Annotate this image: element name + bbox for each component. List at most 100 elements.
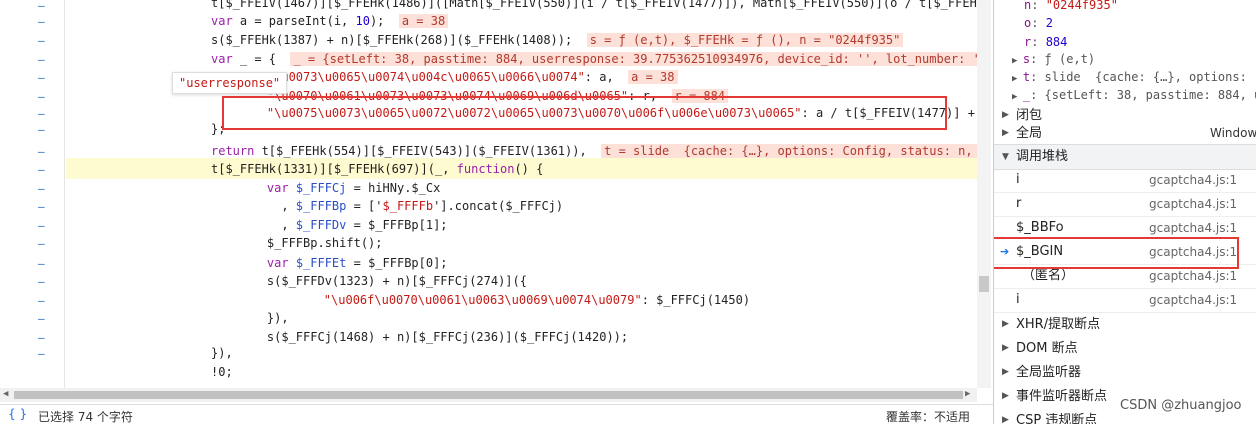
property-value: 2 [1045, 16, 1053, 30]
code-line[interactable]: "\u0075\u0073\u0065\u0072\u0072\u0065\u0… [238, 104, 978, 123]
code-line[interactable]: var $_FFFEt = $_FFFBp[0]; [238, 254, 448, 273]
status-bar: { } 已选择 74 个字符 覆盖率：不适用 [0, 404, 993, 424]
gutter-mark[interactable]: – [38, 179, 58, 198]
code-line[interactable]: return t[$_FFEHk(554)][$_FFEIV(543)]($_F… [211, 142, 978, 161]
code-token: function [456, 162, 515, 176]
frame-location-link[interactable]: gcaptcha4.js:1 [1149, 192, 1237, 216]
code-token: }), [238, 311, 289, 325]
code-line[interactable]: var _ = { _ = {setLeft: 38, passtime: 88… [211, 50, 978, 69]
selection-status: 已选择 74 个字符 [38, 410, 133, 424]
gutter-mark[interactable]: – [38, 160, 58, 179]
property-key: t [1022, 70, 1031, 84]
call-stack-header[interactable]: ▼ 调用堆栈 [994, 144, 1256, 170]
code-line[interactable]: }), [211, 344, 233, 363]
code-token: , [238, 218, 296, 232]
scope-property[interactable]: r: 884 [1024, 35, 1067, 49]
code-line[interactable]: , $_FFFDv = $_FFFBp[1]; [238, 216, 447, 235]
collapse-triangle-icon: ▼ [1002, 152, 1009, 162]
gutter-mark[interactable]: – [38, 12, 58, 31]
line-gutter[interactable]: – – – – – – – – – – – – – – – – – – – – [0, 0, 65, 388]
code-line[interactable]: var a = parseInt(i, 10); a = 38 [211, 12, 449, 31]
code-token: }; [211, 122, 226, 136]
gutter-mark[interactable]: – [38, 291, 58, 310]
code-token: t[$_FFEHk(1331)][$_FFEHk(697)]( [211, 162, 435, 176]
gutter-mark[interactable]: – [38, 254, 58, 273]
pretty-print-icon[interactable]: { } [8, 407, 27, 421]
code-token: s($_FFFCj(1468) + n)[$_FFFCj(236)]($_FFF… [238, 330, 629, 344]
debugger-sidebar: n: "0244f935" o: 2 r: 884 ▶ s: ƒ (e,t) ▶ t: … [993, 0, 1256, 424]
scroll-right-arrow[interactable]: ▶ [965, 389, 970, 399]
inline-value: t = slide {cache: {…}, options: Config, … [601, 144, 978, 158]
code-token: = $_FFFBp[0]; [346, 256, 448, 270]
code-line[interactable]: $_FFFBp.shift(); [238, 234, 383, 253]
code-line[interactable]: s($_FFEHk(1387) + n)[$_FFEHk(268)]($_FFE… [211, 31, 904, 50]
code-line[interactable]: !0; [211, 363, 233, 382]
call-stack-frame[interactable]: i gcaptcha4.js:1 [994, 168, 1256, 193]
code-editor[interactable]: – – – – – – – – – – – – – – – – – – – – t[$_FFEIV(1467)][$_… [0, 0, 993, 424]
horizontal-scrollbar[interactable]: ◀ ▶ [0, 388, 977, 402]
frame-name: r [1016, 196, 1022, 211]
code-token: , [238, 199, 296, 213]
gutter-mark[interactable]: – [38, 120, 58, 139]
scope-global[interactable]: ▶ 全局 Window [994, 122, 1256, 145]
code-token: () { [514, 162, 544, 176]
scope-property[interactable]: ▶ t: slide {cache: {…}, options: [1012, 70, 1247, 84]
gutter-mark[interactable]: – [38, 272, 58, 291]
scope-property[interactable]: ▶ _: {setLeft: 38, passtime: 884, u [1012, 88, 1256, 102]
panel-section[interactable]: ▶ XHR/提取断点 [994, 313, 1256, 336]
code-line[interactable]: s($_FFFCj(1468) + n)[$_FFFCj(236)]($_FFF… [238, 328, 628, 347]
frame-name: i [1016, 292, 1020, 307]
gutter-mark[interactable]: – [38, 309, 58, 328]
property-key: s [1022, 52, 1031, 66]
call-stack-frame[interactable]: i gcaptcha4.js:1 [994, 288, 1256, 313]
code-token: : r, [628, 89, 672, 103]
scope-property[interactable]: n: "0244f935" [1024, 0, 1118, 12]
frame-name: $_BGIN [1016, 244, 1064, 259]
frame-location-link[interactable]: gcaptcha4.js:1 [1149, 240, 1237, 264]
gutter-mark[interactable]: – [38, 142, 58, 161]
code-token: t[$_FFEHk(554)][$_FFEIV(543)]($_FFEIV(13… [261, 144, 602, 158]
vertical-scroll-thumb[interactable] [979, 276, 989, 292]
expand-triangle-icon: ▶ [1002, 391, 1009, 401]
code-line[interactable]: , $_FFFBp = ['$_FFFFb'].concat($_FFFCj) [238, 197, 563, 216]
code-token: $_FFFFb [382, 199, 434, 213]
frame-location-link[interactable]: gcaptcha4.js:1 [1149, 288, 1237, 312]
code-line[interactable]: var $_FFFCj = hiHNy.$_Cx [238, 179, 440, 198]
code-line[interactable]: }), [238, 309, 289, 328]
panel-section[interactable]: ▶ DOM 断点 [994, 337, 1256, 360]
code-line[interactable]: s($_FFFDv(1323) + n)[$_FFFCj(274)]({ [238, 272, 527, 291]
coverage-status: 覆盖率：不适用 [886, 410, 971, 424]
code-token: "\u0073\u0065\u0074\u004c\u0065\u0066\u0… [266, 70, 585, 84]
frame-location-link[interactable]: gcaptcha4.js:1 [1149, 168, 1237, 192]
vertical-scrollbar[interactable] [977, 0, 991, 388]
panel-section[interactable]: ▶ 全局监听器 [994, 361, 1256, 384]
gutter-mark[interactable]: – [38, 216, 58, 235]
code-line[interactable]: }; [211, 120, 225, 139]
gutter-mark[interactable]: – [38, 50, 58, 69]
code-line[interactable]: t[$_FFEHk(1331)][$_FFEHk(697)](_, functi… [211, 160, 543, 179]
gutter-mark[interactable]: – [38, 197, 58, 216]
call-stack-frame[interactable]: （匿名） gcaptcha4.js:1 [994, 264, 1256, 289]
code-area[interactable]: t[$_FFEIV(1467)][$_FFEHk(1486)]([Math[$_… [66, 0, 978, 388]
code-token: s($_FFEHk(1387) + n)[$_FFEHk(268)]($_FFE… [211, 33, 587, 47]
scope-property[interactable]: o: 2 [1024, 16, 1053, 30]
code-line[interactable]: "\u006f\u0070\u0061\u0063\u0069\u0074\u0… [266, 291, 750, 310]
horizontal-scroll-thumb[interactable] [14, 391, 963, 399]
call-stack-frame[interactable]: ➔ $_BGIN gcaptcha4.js:1 [994, 240, 1256, 265]
frame-location-link[interactable]: gcaptcha4.js:1 [1149, 216, 1237, 240]
call-stack-frame[interactable]: r gcaptcha4.js:1 [994, 192, 1256, 217]
gutter-mark[interactable]: – [38, 344, 58, 363]
scope-property[interactable]: ▶ s: ƒ (e,t) [1012, 52, 1095, 66]
inline-value: r = 884 [671, 89, 729, 103]
expand-triangle-icon: ▶ [1002, 128, 1009, 138]
code-token: $_FFFEt [295, 256, 347, 270]
scroll-left-arrow[interactable]: ◀ [3, 389, 8, 399]
code-line[interactable]: "\u0073\u0065\u0074\u004c\u0065\u0066\u0… [238, 68, 678, 87]
code-token: $_FFFBp.shift(); [238, 236, 383, 250]
frame-location-link[interactable]: gcaptcha4.js:1 [1149, 264, 1237, 288]
gutter-mark[interactable]: – [38, 234, 58, 253]
gutter-mark[interactable]: – [38, 68, 58, 87]
call-stack-frame[interactable]: $_BBFo gcaptcha4.js:1 [994, 216, 1256, 241]
gutter-mark[interactable]: – [38, 31, 58, 50]
